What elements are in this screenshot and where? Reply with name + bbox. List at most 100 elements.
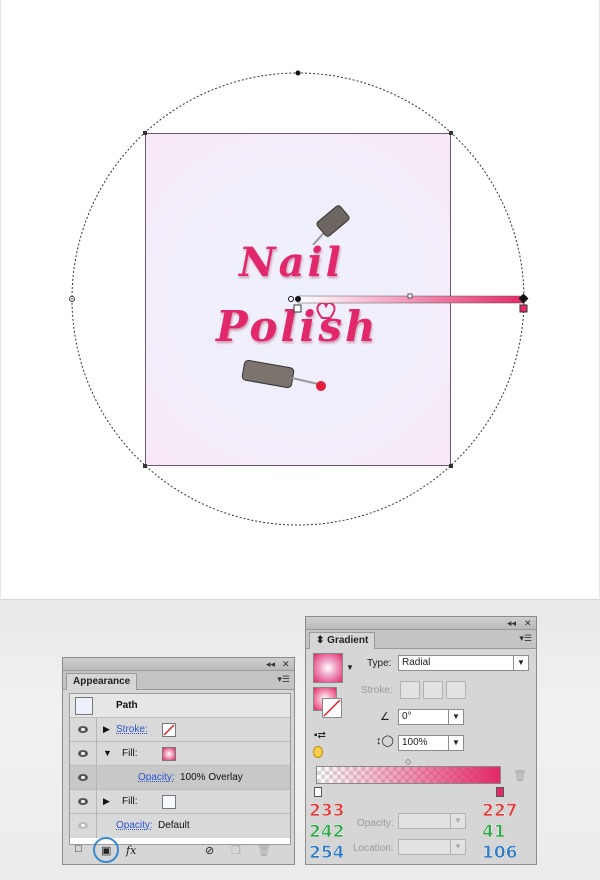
location-label: Location: — [353, 843, 394, 854]
close-icon[interactable]: ✕ — [282, 658, 290, 670]
fill-label: Fill: — [122, 748, 138, 759]
opacity-value: Default — [158, 820, 190, 831]
collapse-icon[interactable]: ◂◂ — [266, 658, 275, 670]
expand-triangle-icon[interactable]: ▶ — [103, 724, 110, 735]
appearance-row-fill-white[interactable]: ▶ Fill: — [70, 790, 290, 814]
close-icon[interactable]: ✕ — [524, 617, 532, 629]
trash-icon[interactable]: 🗑 — [257, 844, 271, 857]
appearance-row-opacity-overlay[interactable]: Opacity: 100% Overlay — [70, 766, 290, 790]
angle-field[interactable]: 0° ▼ — [398, 709, 464, 725]
gradient-midpoint — [407, 293, 413, 299]
stroke-none-swatch[interactable] — [162, 723, 176, 737]
trash-icon[interactable]: 🗑 — [513, 769, 527, 782]
opacity-link[interactable]: Opacity: — [116, 820, 153, 831]
circle-handle-top — [295, 70, 301, 76]
fill-white-swatch[interactable] — [162, 795, 176, 809]
fill-gradient-swatch[interactable] — [162, 747, 176, 761]
panel-menu-icon[interactable]: ▾☰ — [277, 674, 290, 685]
tab-gradient-label: Gradient — [327, 635, 369, 646]
appearance-row-stroke[interactable]: ▶ Stroke: — [70, 718, 290, 742]
appearance-row-path[interactable]: Path — [70, 694, 290, 718]
left-stop-green-value: 242 — [309, 822, 345, 843]
stroke-none-icon[interactable] — [322, 698, 342, 718]
path-thumbnail — [75, 697, 93, 715]
aspect-ratio-icon: ↕◯ — [376, 735, 394, 747]
visibility-eye-icon[interactable] — [78, 822, 88, 829]
corner-handle — [143, 131, 147, 135]
type-label: Type: — [367, 658, 392, 669]
clear-appearance-icon[interactable]: ⊘ — [205, 844, 214, 857]
chevron-down-icon[interactable]: ▼ — [450, 814, 465, 828]
opacity-field[interactable]: ▼ — [398, 813, 466, 829]
visibility-eye-icon[interactable] — [78, 750, 88, 757]
appearance-row-fill-gradient[interactable]: ▼ Fill: — [70, 742, 290, 766]
nail-polish-bottle-top — [312, 205, 350, 246]
expand-triangle-icon[interactable]: ▶ — [103, 796, 110, 807]
tab-appearance[interactable]: Appearance — [66, 673, 138, 690]
aspect-ratio-field[interactable]: 100% ▼ — [398, 735, 464, 751]
left-stop-blue-value: 254 — [309, 843, 345, 864]
opacity-label: Opacity: — [357, 818, 394, 829]
stroke-within-button[interactable] — [400, 681, 420, 699]
path-label: Path — [116, 700, 138, 711]
chevron-down-icon[interactable]: ▼ — [450, 840, 465, 854]
type-select-value: Radial — [402, 657, 431, 668]
right-stop-green-value: 41 — [482, 822, 506, 843]
chevron-down-icon[interactable]: ▼ — [513, 656, 528, 670]
add-stroke-icon[interactable]: □ — [75, 843, 82, 855]
collapse-icon[interactable]: ◂◂ — [507, 617, 516, 629]
collapse-triangle-icon[interactable]: ▼ — [103, 748, 112, 758]
gradient-stop-right — [519, 304, 528, 313]
gradient-stop-right[interactable] — [496, 787, 504, 797]
fill-label: Fill: — [122, 796, 138, 807]
visibility-eye-icon[interactable] — [78, 798, 88, 805]
stroke-label: Stroke: — [361, 685, 393, 696]
aspect-ratio-value: 100% — [402, 737, 428, 748]
right-stop-red-value: 227 — [482, 801, 518, 822]
panel-topbar[interactable]: ◂◂ ✕ — [306, 617, 536, 630]
appearance-bottom-bar: □ ▣ fx ⊘ ❐ 🗑 — [69, 837, 289, 863]
highlight-marker — [313, 746, 323, 758]
add-fill-icon[interactable]: ▣ — [101, 844, 111, 857]
visibility-eye-icon[interactable] — [78, 726, 88, 733]
opacity-link[interactable]: Opacity: — [138, 772, 175, 783]
reverse-gradient-icon[interactable]: ▪⇄ — [314, 730, 326, 741]
angle-icon: ∠ — [380, 711, 390, 723]
gradient-annotator — [288, 293, 529, 313]
type-select[interactable]: Radial ▼ — [398, 655, 529, 671]
stroke-link[interactable]: Stroke: — [116, 724, 148, 735]
panel-topbar[interactable]: ◂◂ ✕ — [63, 658, 294, 671]
corner-handle — [449, 131, 453, 135]
selection-overlay — [69, 70, 529, 526]
chevron-down-icon[interactable]: ▼ — [448, 736, 463, 750]
appearance-list: Path ▶ Stroke: ▼ Fill: Opacity: 100% Ove… — [69, 693, 291, 845]
gradient-slider-bar[interactable] — [316, 766, 501, 784]
left-stop-red-value: 233 — [309, 801, 345, 822]
location-field[interactable]: ▼ — [398, 839, 466, 855]
chevron-down-icon[interactable]: ▼ — [448, 710, 463, 724]
corner-handle — [449, 464, 453, 468]
stroke-across-button[interactable] — [446, 681, 466, 699]
gradient-stop-left[interactable] — [314, 787, 322, 797]
gradient-origin-handle — [295, 296, 301, 302]
stroke-gradient-buttons — [400, 681, 466, 699]
chevron-down-icon[interactable]: ▼ — [346, 663, 354, 672]
right-stop-blue-value: 106 — [482, 843, 518, 864]
gradient-preview-swatch[interactable] — [313, 653, 343, 683]
angle-value: 0° — [402, 711, 412, 722]
corner-handle — [143, 464, 147, 468]
tab-gradient[interactable]: ⬍ Gradient — [309, 632, 376, 649]
appearance-row-opacity-default[interactable]: Opacity: Default — [70, 814, 290, 838]
opacity-value: 100% Overlay — [180, 772, 243, 783]
panel-menu-icon[interactable]: ▾☰ — [519, 633, 532, 644]
visibility-eye-icon[interactable] — [78, 774, 88, 781]
duplicate-item-icon[interactable]: ❐ — [231, 844, 241, 857]
stroke-along-button[interactable] — [423, 681, 443, 699]
heart-shape — [316, 301, 336, 319]
nail-polish-bottle-bottom — [241, 359, 326, 391]
appearance-panel: ◂◂ ✕ Appearance ▾☰ Path ▶ Stroke: ▼ Fill… — [62, 657, 295, 865]
gradient-panel: ◂◂ ✕ ⬍ Gradient ▾☰ ▼ Type: Radial ▼ Stro… — [305, 616, 537, 865]
fx-icon[interactable]: fx — [126, 844, 136, 857]
gradient-stop-left — [293, 304, 302, 313]
gradient-midpoint-diamond[interactable]: ◇ — [405, 757, 411, 766]
